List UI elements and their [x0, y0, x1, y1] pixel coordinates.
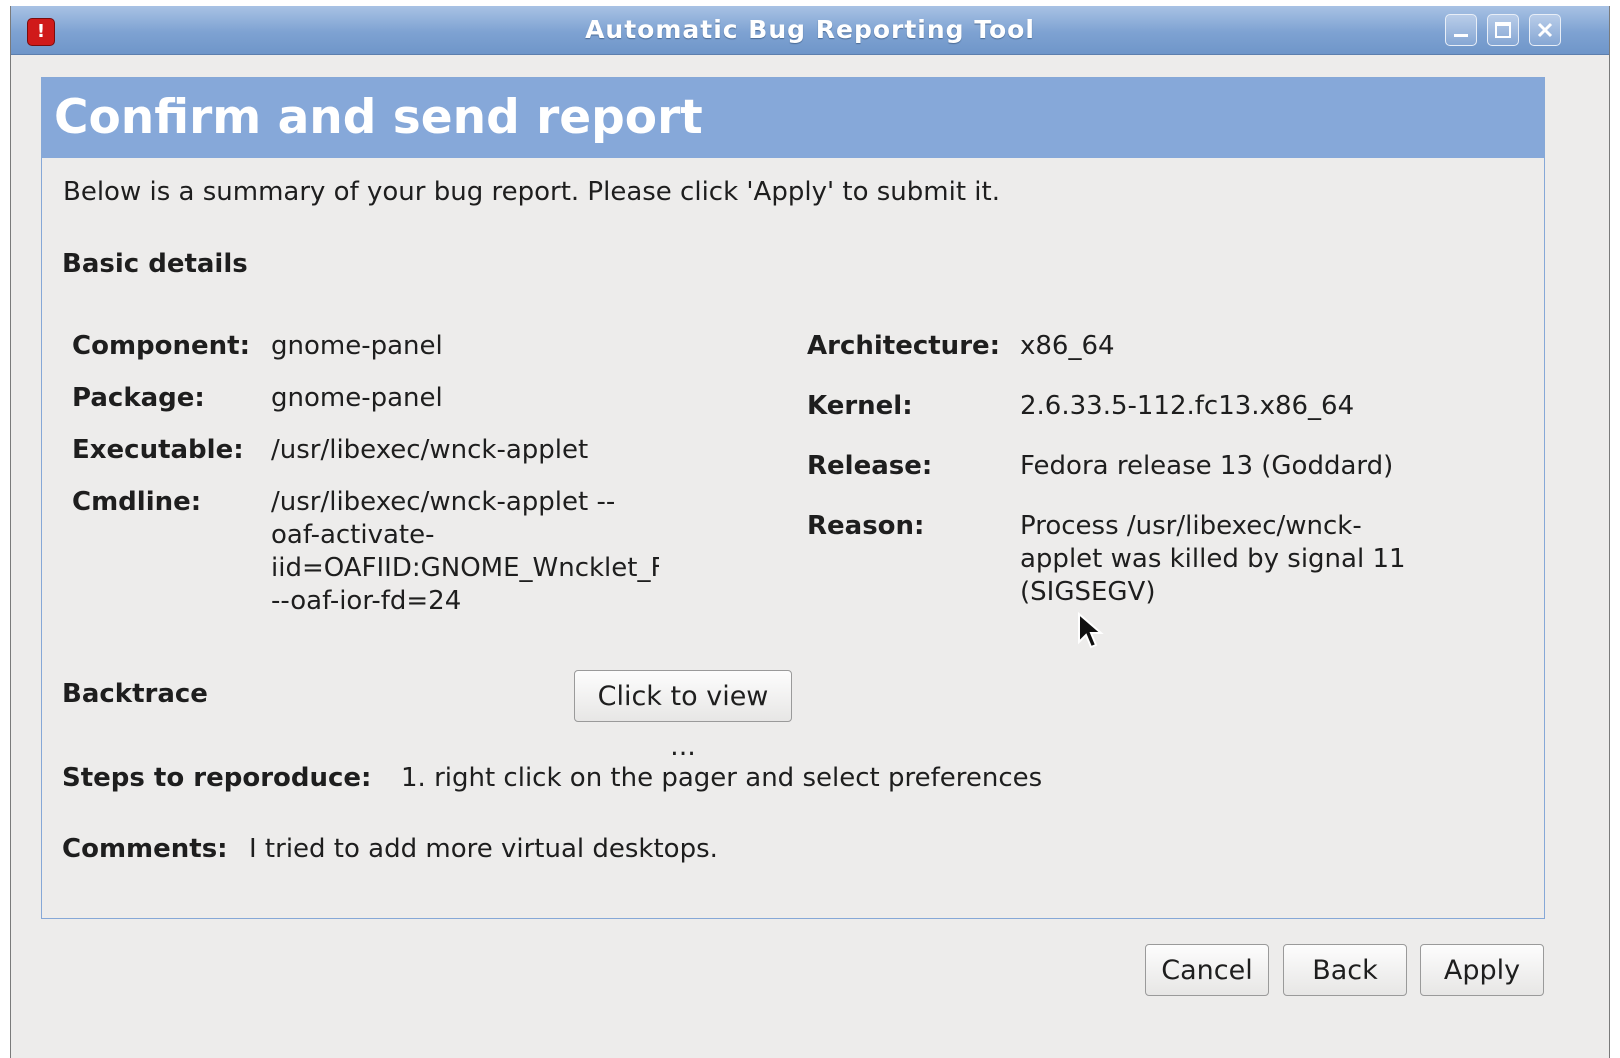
cmdline-line: oaf-activate- [271, 520, 435, 550]
minimize-icon[interactable] [1445, 14, 1477, 46]
reason-line: Process /usr/libexec/wnck- [1020, 511, 1362, 541]
architecture-label: Architecture: [807, 331, 1001, 361]
kernel-label: Kernel: [807, 391, 913, 421]
cmdline-line: /usr/libexec/wnck-applet -- [271, 487, 616, 517]
header-band: Confirm and send report [42, 78, 1544, 158]
cmdline-line: --oaf-ior-fd=24 [271, 586, 462, 616]
executable-label: Executable: [72, 435, 244, 465]
cmdline-line: iid=OAFIID:GNOME_Wncklet_F [271, 553, 659, 583]
page-title: Confirm and send report [54, 90, 703, 145]
cancel-button[interactable]: Cancel [1145, 944, 1269, 996]
basic-details-heading: Basic details [62, 249, 248, 279]
back-button[interactable]: Back [1283, 944, 1407, 996]
view-backtrace-button[interactable]: Click to view ... [574, 670, 792, 762]
intro-text: Below is a summary of your bug report. P… [63, 177, 1000, 207]
component-value: gnome-panel [271, 331, 443, 361]
title-bar[interactable]: ! Automatic Bug Reporting Tool [11, 6, 1609, 55]
package-label: Package: [72, 383, 205, 413]
steps-value: 1. right click on the pager and select p… [401, 763, 1043, 793]
report-summary-panel: Confirm and send report Below is a summa… [41, 77, 1545, 919]
apply-button[interactable]: Apply [1420, 944, 1544, 996]
cmdline-label: Cmdline: [72, 487, 202, 517]
release-value: Fedora release 13 (Goddard) [1020, 451, 1394, 481]
package-value: gnome-panel [271, 383, 443, 413]
reason-value: Process /usr/libexec/wnck- applet was ki… [1020, 510, 1406, 609]
mouse-pointer-icon [1078, 612, 1104, 649]
architecture-value: x86_64 [1020, 331, 1115, 361]
maximize-icon[interactable] [1487, 14, 1519, 46]
reason-label: Reason: [807, 511, 925, 541]
component-label: Component: [72, 331, 250, 361]
backtrace-label: Backtrace [62, 679, 208, 709]
bug-report-window: ! Automatic Bug Reporting Tool Confirm a… [10, 6, 1610, 1058]
steps-label: Steps to reporoduce: [62, 763, 372, 793]
close-icon[interactable] [1529, 14, 1561, 46]
comments-label: Comments: [62, 834, 228, 864]
cmdline-value: /usr/libexec/wnck-applet -- oaf-activate… [271, 486, 659, 618]
reason-line: applet was killed by signal 11 [1020, 544, 1406, 574]
window-title: Automatic Bug Reporting Tool [585, 15, 1035, 44]
comments-value: I tried to add more virtual desktops. [249, 834, 718, 864]
executable-value: /usr/libexec/wnck-applet [271, 435, 589, 465]
kernel-value: 2.6.33.5-112.fc13.x86_64 [1020, 391, 1355, 421]
release-label: Release: [807, 451, 933, 481]
reason-line: (SIGSEGV) [1020, 577, 1156, 607]
